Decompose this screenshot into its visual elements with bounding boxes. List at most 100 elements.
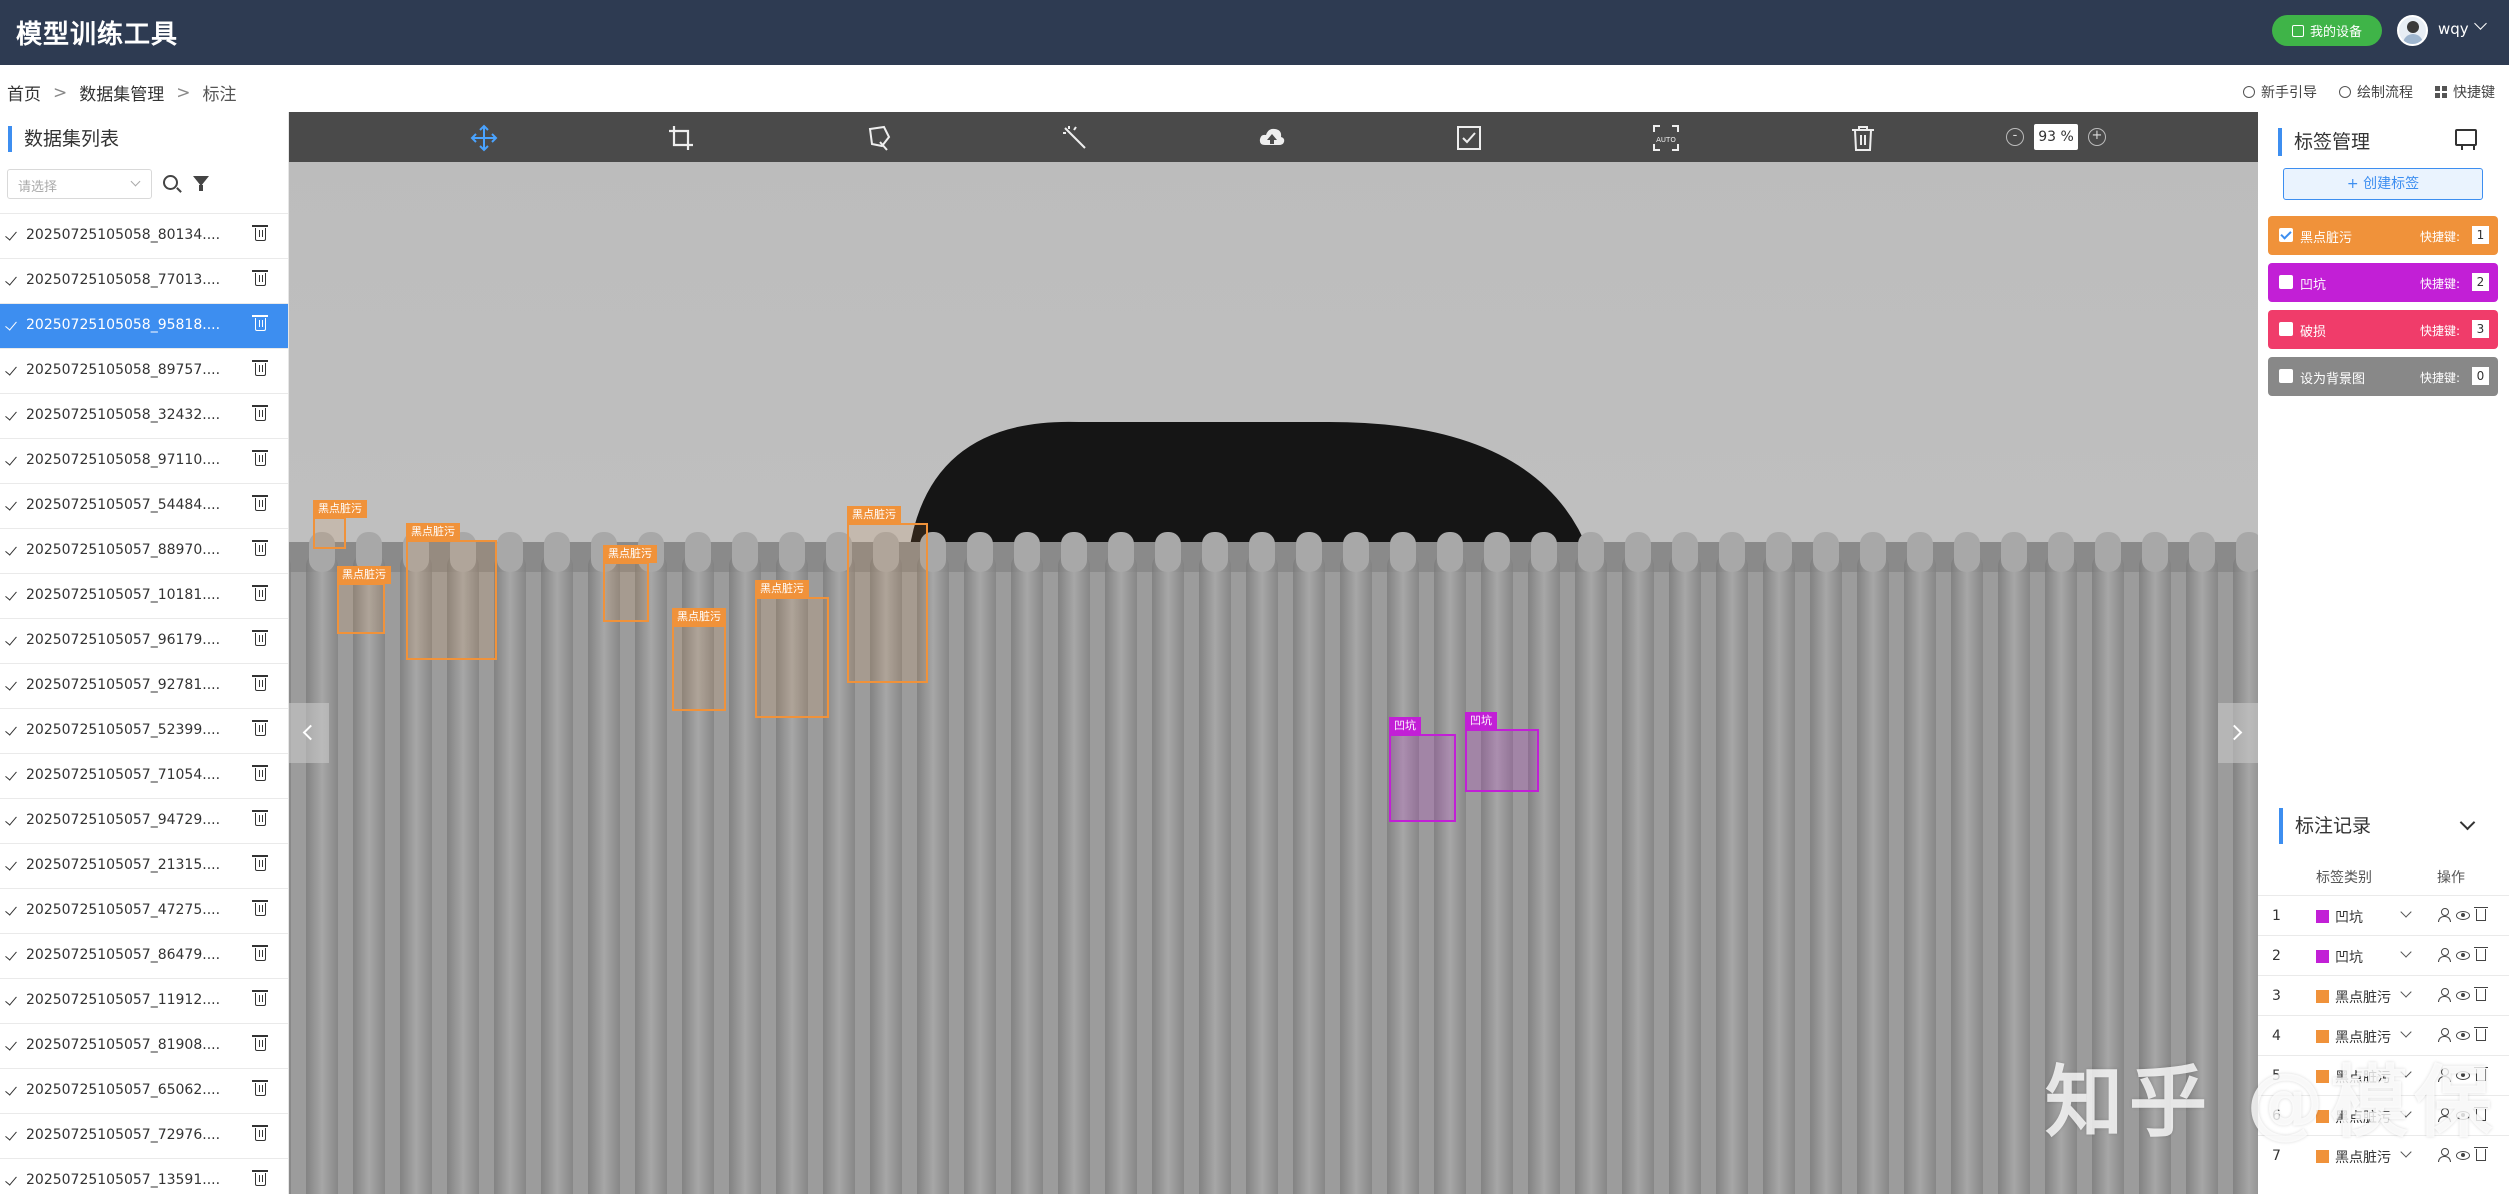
create-tag-button[interactable]: + 创建标签 [2283,168,2483,200]
move-icon[interactable] [470,124,498,152]
avatar[interactable] [2397,15,2428,46]
file-list-item[interactable]: 20250725105057_88970.... [0,528,288,573]
search-icon[interactable] [163,175,178,190]
file-list-item[interactable]: 20250725105057_13591.... [0,1158,288,1194]
trash-icon[interactable] [1849,124,1877,152]
file-list-item[interactable]: 20250725105058_97110.... [0,438,288,483]
file-list-item[interactable]: 20250725105057_52399.... [0,708,288,753]
annotation-box[interactable]: 黑点脏污 [406,523,497,660]
file-list-item[interactable]: 20250725105058_80134.... [0,213,288,258]
file-list-item[interactable]: 20250725105058_77013.... [0,258,288,303]
trash-icon[interactable] [252,855,268,871]
auto-icon[interactable]: AUTO [1652,124,1680,152]
trash-icon[interactable] [2474,987,2488,1001]
hotkey-value[interactable]: 3 [2472,320,2489,338]
file-list-item[interactable]: 20250725105057_72976.... [0,1113,288,1158]
annotation-canvas[interactable]: 黑点脏污 黑点脏污 黑点脏污 黑点脏污 黑点脏污 黑点脏污 黑点脏污 凹坑 凹坑 [289,112,2258,1194]
zoom-in-button[interactable]: + [2088,128,2106,146]
file-list-item[interactable]: 20250725105058_95818.... [0,303,288,348]
trash-icon[interactable] [252,810,268,826]
annotation-box[interactable]: 黑点脏污 [337,566,391,634]
hotkey-value[interactable]: 0 [2472,367,2489,385]
annotation-box[interactable]: 黑点脏污 [603,545,657,622]
file-list-item[interactable]: 20250725105057_21315.... [0,843,288,888]
tag-item[interactable]: 破损 快捷键: 3 [2268,310,2498,349]
annotation-box[interactable]: 凹坑 [1389,717,1456,822]
trash-icon[interactable] [252,405,268,421]
tag-checkbox[interactable] [2279,369,2293,383]
chevron-down-icon[interactable] [2400,906,2412,918]
chevron-down-icon[interactable] [2400,946,2412,958]
tag-checkbox[interactable] [2279,275,2293,289]
trash-icon[interactable] [252,720,268,736]
eye-icon[interactable] [2456,951,2470,960]
trash-icon[interactable] [252,450,268,466]
trash-icon[interactable] [252,225,268,241]
tag-item[interactable]: 设为背景图 快捷键: 0 [2268,357,2498,396]
guide-link[interactable]: 新手引导 [2243,82,2317,102]
polygon-lasso-icon[interactable] [864,124,892,152]
board-icon[interactable] [2455,129,2477,150]
checkbox-icon[interactable] [1455,124,1483,152]
file-list-item[interactable]: 20250725105057_11912.... [0,978,288,1023]
eye-icon[interactable] [2456,911,2470,920]
annotation-box[interactable]: 黑点脏污 [313,500,367,549]
chevron-down-icon[interactable] [2400,1026,2412,1038]
eye-icon[interactable] [2456,1151,2470,1160]
trash-icon[interactable] [252,900,268,916]
file-list-item[interactable]: 20250725105057_47275.... [0,888,288,933]
tag-checkbox[interactable] [2279,322,2293,336]
eye-icon[interactable] [2456,1031,2470,1040]
file-list-item[interactable]: 20250725105057_71054.... [0,753,288,798]
tag-checkbox[interactable] [2279,228,2293,242]
trash-icon[interactable] [252,945,268,961]
my-device-button[interactable]: 我的设备 [2272,15,2382,46]
record-row[interactable]: 1 凹坑 [2258,895,2509,935]
hotkey-value[interactable]: 2 [2472,273,2489,291]
annotation-box[interactable]: 黑点脏污 [755,580,829,718]
file-list-item[interactable]: 20250725105057_92781.... [0,663,288,708]
trash-icon[interactable] [252,585,268,601]
file-list-item[interactable]: 20250725105057_65062.... [0,1068,288,1113]
user-icon[interactable] [2438,948,2451,962]
tag-item[interactable]: 凹坑 快捷键: 2 [2268,263,2498,302]
trash-icon[interactable] [252,315,268,331]
trash-icon[interactable] [252,630,268,646]
dataset-select[interactable]: 请选择 [7,169,152,199]
hotkey-value[interactable]: 1 [2472,226,2489,244]
file-list-item[interactable]: 20250725105057_54484.... [0,483,288,528]
record-row[interactable]: 2 凹坑 [2258,935,2509,975]
rectangle-crop-icon[interactable] [667,124,695,152]
trash-icon[interactable] [252,270,268,286]
breadcrumb-data-management[interactable]: 数据集管理 [79,80,164,105]
flow-link[interactable]: 绘制流程 [2339,82,2413,102]
file-list-item[interactable]: 20250725105057_81908.... [0,1023,288,1068]
previous-image-button[interactable] [289,703,329,763]
next-image-button[interactable] [2218,703,2258,763]
zoom-out-button[interactable]: - [2006,128,2024,146]
annotation-box[interactable]: 凹坑 [1465,712,1539,792]
trash-icon[interactable] [252,1125,268,1141]
trash-icon[interactable] [2474,947,2488,961]
username[interactable]: wqy [2438,20,2469,38]
file-list-item[interactable]: 20250725105058_32432.... [0,393,288,438]
record-row[interactable]: 3 黑点脏污 [2258,975,2509,1015]
zoom-value[interactable]: 93 % [2034,124,2078,150]
file-list-item[interactable]: 20250725105057_96179.... [0,618,288,663]
trash-icon[interactable] [252,990,268,1006]
magic-wand-icon[interactable] [1061,124,1089,152]
trash-icon[interactable] [252,360,268,376]
file-list-item[interactable]: 20250725105057_86479.... [0,933,288,978]
hotkeys-link[interactable]: 快捷键 [2435,82,2495,102]
trash-icon[interactable] [252,1170,268,1186]
chevron-down-icon[interactable] [2400,986,2412,998]
annotation-box[interactable]: 黑点脏污 [672,608,726,711]
trash-icon[interactable] [2474,907,2488,921]
breadcrumb-home[interactable]: 首页 [7,80,41,105]
user-icon[interactable] [2438,988,2451,1002]
file-list-item[interactable]: 20250725105057_94729.... [0,798,288,843]
tag-item[interactable]: 黑点脏污 快捷键: 1 [2268,216,2498,255]
file-list-item[interactable]: 20250725105058_89757.... [0,348,288,393]
eye-icon[interactable] [2456,991,2470,1000]
trash-icon[interactable] [252,1080,268,1096]
